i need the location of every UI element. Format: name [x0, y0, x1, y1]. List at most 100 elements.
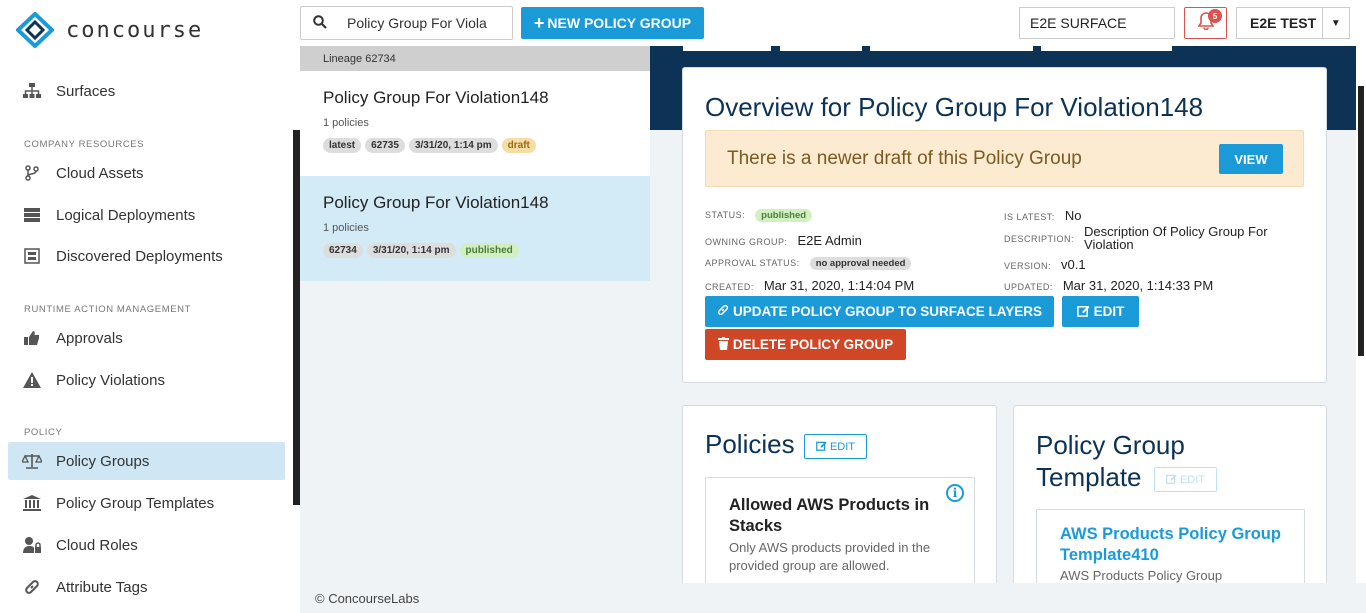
- status-badge: published: [755, 209, 813, 222]
- policy-group-template-panel: Policy Group Template EDIT AWS Products …: [1013, 405, 1327, 583]
- sitemap-icon: [22, 83, 42, 99]
- sidebar-item-attribute-tags[interactable]: Attribute Tags: [8, 568, 285, 606]
- template-card[interactable]: AWS Products Policy Group Template410 AW…: [1036, 509, 1305, 583]
- template-edit-button[interactable]: EDIT: [1154, 467, 1217, 492]
- sidebar-item-surfaces[interactable]: Surfaces: [8, 72, 285, 110]
- alert-text: There is a newer draft of this Policy Gr…: [727, 147, 1082, 169]
- is-latest-label: IS LATEST:: [1004, 212, 1055, 222]
- sidebar-item-label: Cloud Assets: [56, 164, 144, 182]
- policy-card[interactable]: Allowed AWS Products in Stacks Only AWS …: [705, 477, 975, 583]
- footer: © ConcourseLabs: [300, 583, 1366, 613]
- edit-icon: [1166, 473, 1177, 487]
- edit-button[interactable]: EDIT: [1062, 296, 1139, 327]
- top-bar: Policy Group For Viola + NEW POLICY GROU…: [300, 0, 1366, 46]
- owning-group-field: OWNING GROUP: E2E Admin: [705, 233, 862, 248]
- trash-icon: [717, 336, 729, 353]
- thumbs-up-icon: [22, 330, 42, 346]
- update-button-label: UPDATE POLICY GROUP TO SURFACE LAYERS: [732, 304, 1043, 319]
- notifications-button[interactable]: 5: [1184, 7, 1227, 39]
- sidebar-item-policy-group-templates[interactable]: Policy Group Templates: [8, 484, 285, 522]
- date-badge: 3/31/20, 1:14 pm: [366, 243, 456, 258]
- section-policy: POLICY: [24, 427, 63, 438]
- description-field: DESCRIPTION: Description Of Policy Group…: [1004, 225, 1284, 251]
- policy-card-title: Allowed AWS Products in Stacks: [729, 496, 930, 535]
- template-card-title[interactable]: AWS Products Policy Group Template410: [1060, 524, 1290, 566]
- sidebar-item-cloud-assets[interactable]: Cloud Assets: [8, 154, 285, 192]
- edit-icon: [816, 440, 827, 454]
- status-label: STATUS:: [705, 210, 746, 220]
- list-item-count: 1 policies: [323, 117, 369, 129]
- sidebar-item-policy-groups[interactable]: Policy Groups: [8, 442, 285, 480]
- description-label: DESCRIPTION:: [1004, 234, 1075, 244]
- new-policy-group-label: NEW POLICY GROUP: [547, 15, 692, 31]
- updated-label: UPDATED:: [1004, 282, 1053, 292]
- sidebar-scrollbar[interactable]: [293, 130, 300, 505]
- approval-status-label: APPROVAL STATUS:: [705, 258, 800, 268]
- main-content: Overview for Policy Group For Violation1…: [650, 46, 1356, 583]
- search-value: Policy Group For Viola: [347, 15, 487, 31]
- plus-icon: +: [533, 12, 545, 33]
- updated-value: Mar 31, 2020, 1:14:33 PM: [1062, 278, 1214, 293]
- sidebar-item-label: Policy Group Templates: [56, 494, 215, 512]
- description-value: Description Of Policy Group For Violatio…: [1084, 224, 1268, 252]
- section-company-resources: COMPANY RESOURCES: [24, 139, 145, 150]
- link-icon: [717, 304, 729, 319]
- approval-status-field: APPROVAL STATUS: no approval needed: [705, 257, 912, 270]
- scrollbar-thumb[interactable]: [1358, 86, 1364, 356]
- sidebar: concourse Surfaces COMPANY RESOURCES Clo…: [0, 0, 300, 613]
- user-menu[interactable]: E2E TEST ▼: [1236, 7, 1350, 39]
- policy-group-list: Lineage 62734 Policy Group For Violation…: [300, 46, 650, 583]
- delete-policy-group-button[interactable]: DELETE POLICY GROUP: [705, 329, 906, 360]
- user-lock-icon: [22, 537, 42, 553]
- page-title: Overview for Policy Group For Violation1…: [705, 92, 1204, 122]
- edit-icon: [1076, 304, 1090, 320]
- sidebar-item-discovered-deployments[interactable]: Discovered Deployments: [8, 237, 285, 275]
- logo[interactable]: concourse: [16, 12, 203, 48]
- sidebar-item-policy-violations[interactable]: Policy Violations: [8, 361, 285, 399]
- view-button[interactable]: VIEW: [1219, 144, 1283, 174]
- sidebar-item-label: Discovered Deployments: [56, 247, 223, 265]
- updated-field: UPDATED: Mar 31, 2020, 1:14:33 PM: [1004, 278, 1213, 293]
- tab[interactable]: [683, 46, 771, 51]
- section-runtime-action-management: RUNTIME ACTION MANAGEMENT: [24, 304, 192, 315]
- list-item-title: Policy Group For Violation148: [323, 193, 549, 212]
- template-card-description: AWS Products Policy Group: [1060, 568, 1223, 583]
- status-badge: draft: [501, 138, 536, 153]
- sidebar-item-approvals[interactable]: Approvals: [8, 319, 285, 357]
- owning-group-value: E2E Admin: [797, 233, 862, 248]
- list-item[interactable]: Policy Group For Violation148 1 policies…: [300, 176, 650, 281]
- tab[interactable]: [1041, 46, 1172, 51]
- surface-selector[interactable]: E2E SURFACE: [1019, 7, 1175, 39]
- sidebar-item-label: Approvals: [56, 329, 123, 347]
- tab[interactable]: [780, 46, 862, 51]
- sidebar-item-logical-deployments[interactable]: Logical Deployments: [8, 196, 285, 234]
- is-latest-value: No: [1064, 208, 1082, 223]
- newer-draft-alert: There is a newer draft of this Policy Gr…: [705, 130, 1304, 187]
- institution-icon: [22, 495, 42, 511]
- policy-card-description: Only AWS products provided in the provid…: [729, 540, 931, 573]
- sidebar-item-label: Logical Deployments: [56, 206, 196, 224]
- date-badge: 3/31/20, 1:14 pm: [408, 138, 498, 153]
- info-icon[interactable]: i: [946, 484, 964, 502]
- list-item-title: Policy Group For Violation148: [323, 88, 549, 107]
- list-item[interactable]: Policy Group For Violation148 1 policies…: [300, 71, 650, 176]
- owning-group-label: OWNING GROUP:: [705, 237, 788, 247]
- scan-icon: [22, 248, 42, 264]
- user-name: E2E TEST: [1250, 15, 1317, 31]
- latest-badge: latest: [323, 138, 362, 153]
- sidebar-item-label: Policy Violations: [56, 371, 165, 389]
- sidebar-item-cloud-roles[interactable]: Cloud Roles: [8, 526, 285, 564]
- concourse-logo-icon: [16, 12, 54, 48]
- edit-button-label: EDIT: [1093, 304, 1125, 319]
- policies-edit-button[interactable]: EDIT: [804, 434, 867, 459]
- chevron-down-icon[interactable]: ▼: [1321, 8, 1349, 38]
- list-item-count: 1 policies: [323, 222, 369, 234]
- search-input[interactable]: Policy Group For Viola: [300, 6, 513, 40]
- new-policy-group-button[interactable]: + NEW POLICY GROUP: [521, 7, 704, 39]
- sidebar-item-label: Policy Groups: [56, 452, 150, 470]
- approval-status-badge: no approval needed: [809, 257, 912, 270]
- sidebar-item-label: Surfaces: [56, 82, 116, 100]
- update-surface-layers-button[interactable]: UPDATE POLICY GROUP TO SURFACE LAYERS: [705, 296, 1054, 327]
- main-scrollbar[interactable]: [1356, 46, 1366, 583]
- tab[interactable]: [870, 46, 1033, 51]
